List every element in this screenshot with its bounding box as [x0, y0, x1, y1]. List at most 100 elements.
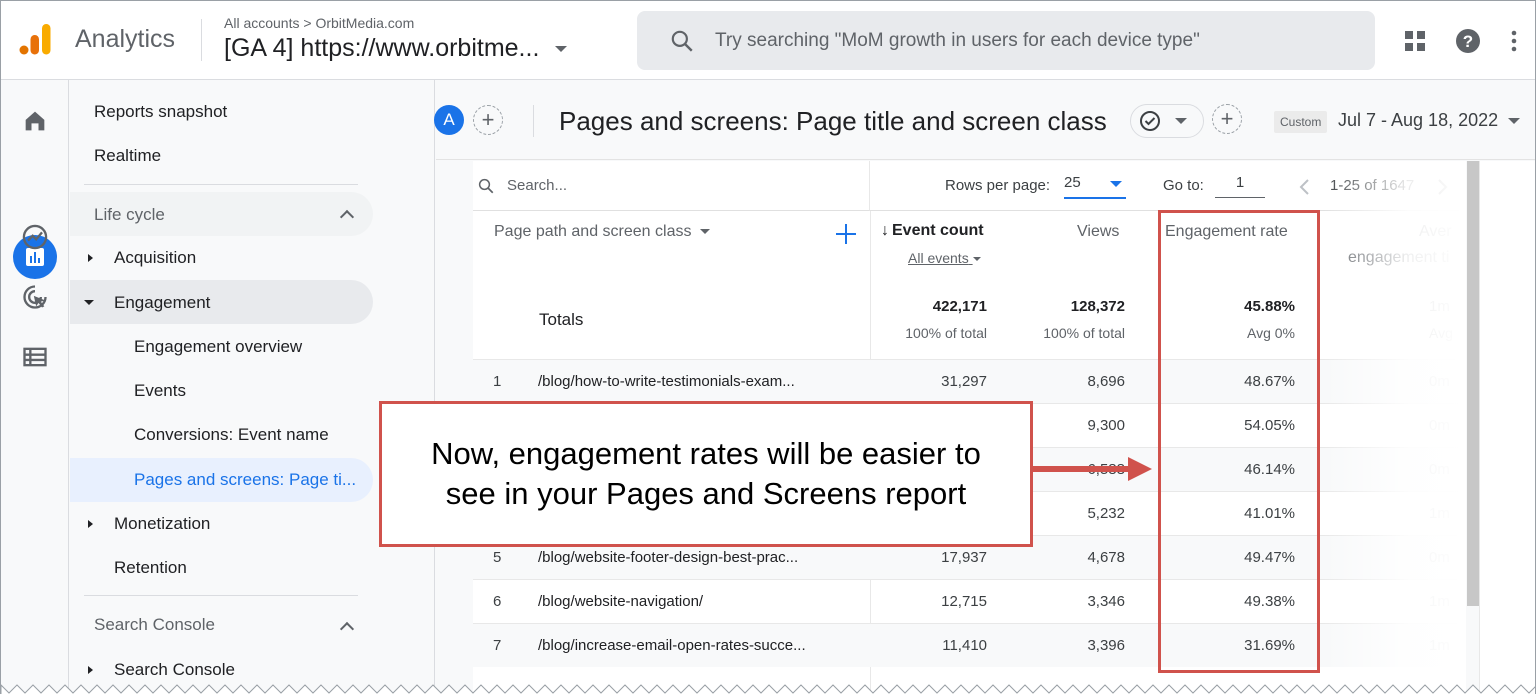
date-preset-badge: Custom	[1274, 111, 1328, 133]
nav-reports-snapshot[interactable]: Reports snapshot	[94, 102, 227, 122]
chevron-down-icon	[1508, 117, 1521, 124]
nav-events[interactable]: Events	[134, 381, 186, 401]
chevron-down-icon	[555, 45, 568, 52]
nav-conversions[interactable]: Conversions: Event name	[134, 425, 329, 445]
top-bar: Analytics All accounts > OrbitMedia.com …	[1, 1, 1535, 80]
next-page-icon[interactable]	[1437, 178, 1449, 196]
row-avg-engagement-time: 1m	[1429, 637, 1450, 654]
goto-label: Go to:	[1163, 177, 1204, 194]
chevron-down-icon	[1175, 118, 1187, 124]
analytics-logo-icon[interactable]	[17, 21, 53, 57]
totals-views: 128,372	[1070, 298, 1125, 315]
row-page-path[interactable]: /blog/website-footer-design-best-prac...	[538, 549, 798, 566]
nav-acquisition-label: Acquisition	[114, 248, 197, 267]
divider	[201, 19, 202, 61]
chevron-up-icon	[339, 209, 355, 225]
nav-engagement[interactable]: Engagement	[70, 280, 373, 324]
totals-avg-time-sub: Avg	[1429, 325, 1453, 341]
row-views: 9,300	[1087, 417, 1125, 434]
advertising-icon[interactable]	[21, 283, 49, 311]
explore-icon[interactable]	[21, 223, 49, 251]
nav-lifecycle-header[interactable]: Life cycle	[70, 192, 373, 236]
views-column-header[interactable]: Views	[1077, 223, 1119, 241]
row-views: 8,696	[1087, 373, 1125, 390]
goto-page-input[interactable]: 1	[1215, 174, 1265, 198]
expand-arrow-icon	[88, 254, 93, 262]
nav-engagement-label: Engagement	[114, 293, 211, 312]
account-breadcrumb[interactable]: All accounts > OrbitMedia.com	[224, 15, 414, 31]
expand-arrow-icon	[88, 520, 93, 528]
annotation-line-2: see in your Pages and Screens report	[445, 476, 967, 511]
totals-avg-time: 1m	[1429, 298, 1450, 315]
ga4-window: Analytics All accounts > OrbitMedia.com …	[0, 0, 1536, 694]
row-avg-engagement-time: 1m	[1429, 505, 1450, 522]
divider	[84, 184, 358, 185]
page-range: 1-25 of 1647	[1330, 177, 1415, 194]
divider	[533, 105, 534, 137]
event-count-label: Event count	[892, 222, 984, 239]
plus-icon: +	[1220, 106, 1234, 131]
rows-per-page-value: 25	[1064, 174, 1081, 191]
more-vert-icon[interactable]	[1504, 27, 1524, 55]
comparison-avatar[interactable]: A	[434, 105, 464, 135]
search-placeholder: Try searching "MoM growth in users for e…	[715, 29, 1200, 51]
event-filter-label: All events	[908, 250, 969, 266]
row-avg-engagement-time: 0m	[1429, 373, 1450, 390]
row-page-path[interactable]: /blog/how-to-write-testimonials-exam...	[538, 373, 795, 390]
vertical-scrollbar[interactable]	[1467, 161, 1479, 606]
add-dimension-icon[interactable]	[835, 223, 857, 245]
lifecycle-label: Life cycle	[94, 205, 165, 224]
row-page-path[interactable]: /blog/increase-email-open-rates-succe...	[538, 637, 806, 654]
search-console-label: Search Console	[94, 615, 215, 634]
chevron-down-icon	[1110, 181, 1122, 187]
global-search-input[interactable]: Try searching "MoM growth in users for e…	[637, 11, 1375, 70]
table-search-input[interactable]: Search...	[473, 161, 870, 211]
highlight-box	[1158, 210, 1320, 673]
left-rail	[1, 80, 69, 694]
event-count-column-header[interactable]: ↓ Event count	[881, 222, 984, 240]
row-views: 3,346	[1087, 593, 1125, 610]
add-filter-button[interactable]: +	[1212, 104, 1242, 134]
totals-event-count: 422,171	[932, 298, 987, 315]
table-search-placeholder: Search...	[507, 177, 568, 194]
nav-engagement-overview[interactable]: Engagement overview	[134, 337, 302, 357]
plus-icon: +	[481, 107, 495, 132]
rows-per-page-label: Rows per page:	[945, 177, 1051, 194]
nav-realtime[interactable]: Realtime	[94, 146, 161, 166]
row-avg-engagement-time: 1m	[1429, 593, 1450, 610]
row-views: 5,232	[1087, 505, 1125, 522]
nav-retention[interactable]: Retention	[114, 558, 187, 578]
report-title: Pages and screens: Page title and screen…	[559, 106, 1107, 136]
expand-arrow-icon	[88, 666, 93, 674]
reports-nav: Reports snapshot Realtime Life cycle Acq…	[70, 80, 435, 694]
event-filter-dropdown[interactable]: All events	[908, 250, 981, 266]
report-status-menu[interactable]	[1130, 104, 1204, 138]
help-icon[interactable]: ?	[1454, 27, 1482, 55]
annotation-arrow-shaft	[1033, 466, 1129, 472]
property-selector[interactable]: [GA 4] https://www.orbitme...	[224, 34, 568, 63]
apps-grid-icon[interactable]	[1401, 27, 1429, 55]
nav-pages-and-screens[interactable]: Pages and screens: Page ti...	[70, 458, 373, 502]
pagination-bar: Rows per page: 25 Go to: 1 1-25 of 1647	[870, 161, 1466, 211]
previous-page-icon[interactable]	[1298, 178, 1310, 196]
nav-search-console-label: Search Console	[114, 660, 235, 679]
dimension-column-header[interactable]: Page path and screen class	[494, 223, 710, 241]
totals-label: Totals	[539, 310, 584, 329]
avg-engagement-header-top[interactable]: Aver	[1419, 223, 1452, 241]
chevron-down-icon	[699, 229, 710, 235]
row-event-count: 11,410	[942, 637, 987, 654]
check-circle-icon	[1140, 111, 1160, 131]
rows-per-page-select[interactable]: 25	[1064, 174, 1126, 199]
chevron-up-icon	[339, 621, 355, 637]
row-index: 7	[493, 637, 502, 654]
home-icon[interactable]	[21, 107, 49, 135]
annotation-line-1: Now, engagement rates will be easier to	[431, 436, 981, 471]
svg-text:?: ?	[1463, 32, 1473, 51]
configure-icon[interactable]	[21, 343, 49, 371]
add-comparison-button[interactable]: +	[473, 105, 503, 135]
annotation-arrow-head-icon	[1128, 457, 1152, 481]
date-range-picker[interactable]: Jul 7 - Aug 18, 2022	[1338, 110, 1521, 131]
nav-monetization-label: Monetization	[114, 514, 211, 533]
annotation-callout: Now, engagement rates will be easier to …	[379, 401, 1033, 547]
row-page-path[interactable]: /blog/website-navigation/	[538, 593, 703, 610]
